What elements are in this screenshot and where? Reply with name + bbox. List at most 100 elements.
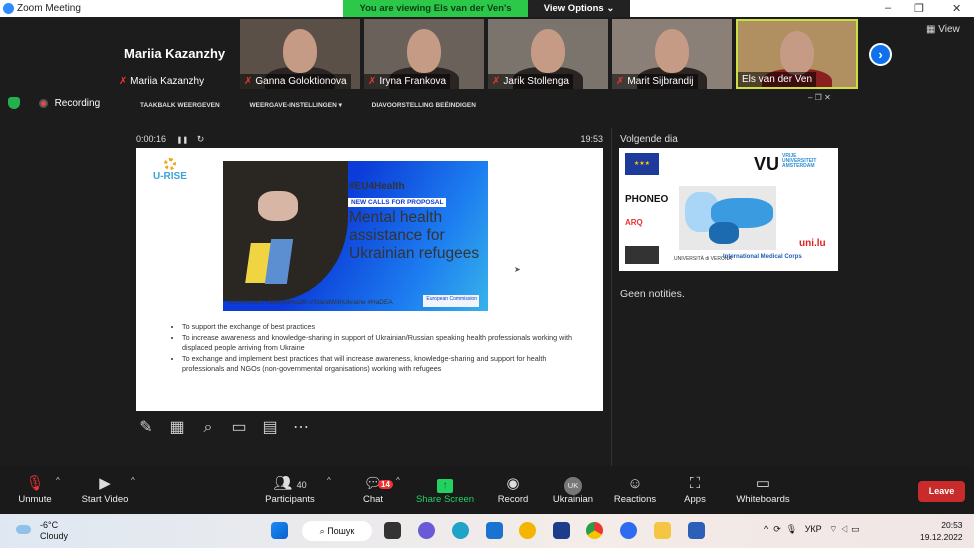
video-tile[interactable]: ✗ Jarik Stollenga — [488, 19, 608, 89]
cloud-icon — [16, 525, 31, 534]
pen-icon[interactable]: ✎ — [136, 418, 156, 438]
tile-name: Ganna Goloktionova — [255, 76, 347, 87]
reset-timer-button[interactable]: ↻ — [197, 134, 205, 144]
muted-mic-icon: ✗ — [616, 76, 625, 87]
next-slide-thumbnail: ★★★ VU VRIJE UNIVERSITEIT AMSTERDAM PHONE… — [619, 148, 838, 271]
close-button[interactable]: ✕ — [952, 2, 961, 15]
bullet: To exchange and implement best practices… — [182, 354, 572, 375]
vu-text: VU — [754, 154, 780, 174]
meeting-toolbar: 🎙︎ Unmute ^ ▶︎ Start Video ^ 👥︎ 40 Particip… — [0, 466, 974, 514]
banner-tag: #EU4Health — [349, 181, 405, 192]
reactions-label: Reactions — [613, 494, 657, 505]
current-time: 19:53 — [580, 134, 603, 144]
leave-button[interactable]: Leave — [918, 481, 965, 502]
start-icon[interactable] — [271, 522, 288, 539]
teams-icon[interactable] — [418, 522, 435, 539]
european-commission-logo: European Commission — [423, 295, 479, 307]
zoom-icon[interactable] — [620, 522, 637, 539]
slide-bullets: To support the exchange of best practice… — [172, 322, 572, 375]
end-slideshow-button[interactable]: DIAVOORSTELLING BEËINDIGEN — [372, 102, 476, 109]
recording-label: Recording — [54, 97, 101, 109]
video-options-caret[interactable]: ^ — [131, 476, 135, 485]
current-slide: U-RISE #EU4Health NEW CALLS FOR PROPOSAL… — [136, 148, 603, 411]
chat-label: Chat — [362, 494, 384, 505]
black-screen-icon[interactable]: ▭ — [229, 418, 249, 438]
video-tile[interactable]: ✗ Iryna Frankova — [364, 19, 484, 89]
banner-title: Mental health assistance for Ukrainian r… — [349, 209, 480, 262]
weather-condition: Cloudy — [40, 531, 69, 541]
task-view-icon[interactable] — [384, 522, 401, 539]
chrome-icon[interactable] — [586, 522, 603, 539]
language-icon: UK — [538, 474, 608, 495]
more-options-icon[interactable]: ⋯ — [291, 418, 311, 438]
slideshow-window-controls[interactable]: – ❐ ✕ — [808, 93, 831, 102]
participants-icon: 👥︎ 40 — [273, 475, 307, 492]
subtitles-icon[interactable]: ▤ — [260, 418, 280, 438]
tile-name: ✗ Mariia Kazanzhy — [119, 76, 205, 87]
show-taskbar-button[interactable]: TAAKBALK WEERGEVEN — [140, 102, 220, 109]
share-screen-label: Share Screen — [415, 494, 475, 505]
video-tile[interactable]: ✗ Ganna Goloktionova — [240, 19, 360, 89]
video-tile-active-speaker[interactable]: Mariia Kazanzhy ✗ Mariia Kazanzhy — [115, 19, 238, 89]
tile-name: Els van der Ven — [742, 74, 813, 85]
all-slides-icon[interactable]: ▦ — [167, 418, 187, 438]
whiteboard-icon: ▭ — [755, 475, 771, 492]
bullet: To increase awareness and knowledge-shar… — [182, 333, 572, 354]
apps-label: Apps — [684, 494, 706, 505]
unilu-logo: uni.lu — [799, 238, 826, 249]
slideshow-toolbar: TAAKBALK WEERGEVEN WEERGAVE-INSTELLINGEN… — [140, 101, 504, 109]
minimize-button[interactable]: – — [885, 2, 891, 14]
next-page-button[interactable]: › — [869, 43, 892, 66]
view-button[interactable]: ▦ View — [926, 24, 960, 35]
security-shield-icon — [8, 97, 20, 109]
clock-date: 19.12.2022 — [920, 532, 963, 542]
photo-thumbnail — [625, 246, 659, 264]
taskbar-clock[interactable]: 20:53 19.12.2022 — [920, 519, 963, 543]
system-tray[interactable]: ^ ⟳ 🎙︎ УКР ⌔ ◁ ▭ — [764, 524, 860, 535]
whiteboards-button[interactable]: ▭ Whiteboards — [728, 474, 798, 505]
restore-button[interactable]: ❐ — [914, 2, 924, 15]
urise-logo: U-RISE — [153, 158, 187, 182]
imc-logo: International Medical Corps — [723, 254, 802, 260]
eu4health-banner-image: #EU4Health NEW CALLS FOR PROPOSAL Mental… — [223, 161, 488, 311]
apps-button[interactable]: ⛶ Apps — [660, 474, 730, 505]
video-off-icon: ▶︎ — [99, 475, 111, 492]
display-settings-button[interactable]: WEERGAVE-INSTELLINGEN ▾ — [250, 102, 342, 109]
urise-logo-text: U-RISE — [153, 171, 187, 182]
tile-name-text: Mariia Kazanzhy — [130, 76, 205, 87]
participants-button[interactable]: 👥︎ 40 Participants — [255, 474, 325, 505]
app-icon[interactable] — [519, 522, 536, 539]
video-tile-speaking[interactable]: Els van der Ven — [736, 19, 858, 89]
word-icon[interactable] — [688, 522, 705, 539]
mail-icon[interactable] — [486, 522, 503, 539]
view-label: View — [938, 24, 960, 35]
grid-icon: ▦ — [926, 24, 936, 35]
chat-badge: 14 — [378, 480, 393, 489]
banner-call: NEW CALLS FOR PROPOSAL — [348, 198, 447, 207]
muted-mic-icon: ✗ — [492, 76, 501, 87]
view-options-button[interactable]: View Options ⌄ — [528, 0, 630, 17]
video-tile[interactable]: ✗ Marit Sijbrandij — [612, 19, 732, 89]
interpretation-button[interactable]: UK Ukrainian — [538, 474, 608, 505]
temperature: -6°C — [40, 520, 59, 530]
zoom-icon[interactable]: ⌕ — [198, 418, 218, 438]
file-explorer-icon[interactable] — [654, 522, 671, 539]
map-image — [679, 186, 776, 250]
phoneo-logo: PHONEO — [625, 194, 669, 205]
whiteboards-label: Whiteboards — [736, 494, 790, 505]
edge-icon[interactable] — [452, 522, 469, 539]
share-screen-button[interactable]: ↑ Share Screen — [410, 474, 480, 505]
presenter-timer: 0:00:16 ❚❚ ↻ 19:53 — [136, 134, 603, 145]
pause-timer-button[interactable]: ❚❚ — [177, 137, 189, 144]
chat-caret[interactable]: ^ — [396, 476, 400, 485]
store-icon[interactable] — [553, 522, 570, 539]
speaker-notes: Geen notities. — [620, 288, 685, 300]
input-language[interactable]: УКР — [805, 524, 822, 534]
taskbar-search[interactable]: ⌕ Пошук — [302, 521, 372, 541]
elapsed-time: 0:00:16 — [136, 134, 167, 144]
divider — [611, 128, 612, 466]
start-video-button[interactable]: ▶︎ Start Video — [70, 474, 140, 505]
audio-options-caret[interactable]: ^ — [56, 476, 60, 485]
weather-widget[interactable]: -6°C Cloudy — [16, 520, 68, 542]
participants-caret[interactable]: ^ — [327, 476, 331, 485]
